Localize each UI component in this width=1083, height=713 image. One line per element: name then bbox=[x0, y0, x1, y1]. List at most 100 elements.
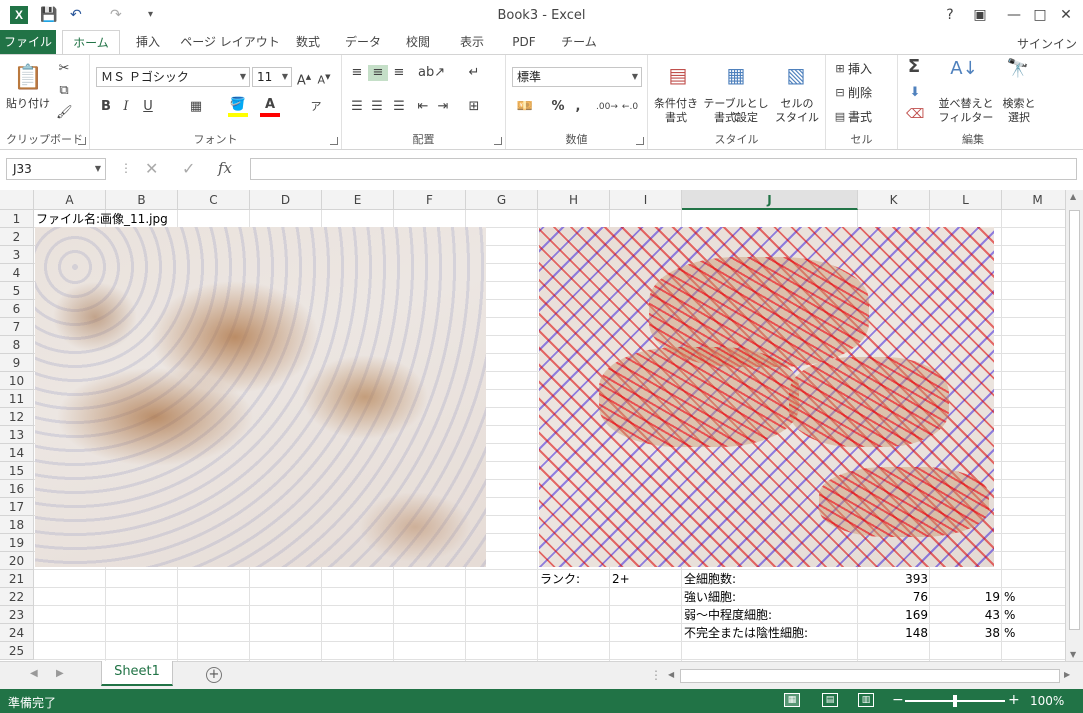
font-name-select[interactable]: ＭＳ Ｐゴシック ▼ bbox=[96, 67, 250, 87]
tab-page-layout[interactable]: ページ レイアウト bbox=[180, 30, 280, 54]
next-sheet-icon[interactable]: ▶ bbox=[56, 668, 64, 679]
tab-team[interactable]: チーム bbox=[556, 30, 602, 54]
number-format-select[interactable]: 標準 ▼ bbox=[512, 67, 642, 87]
row-header-2[interactable]: 2 bbox=[0, 228, 34, 246]
row-header-21[interactable]: 21 bbox=[0, 570, 34, 588]
column-header-l[interactable]: L bbox=[930, 190, 1002, 210]
tab-pdf[interactable]: PDF bbox=[502, 30, 546, 54]
sort-filter-icon[interactable]: A↓ bbox=[950, 60, 978, 89]
confirm-edit-icon[interactable]: ✓ bbox=[182, 159, 195, 178]
sort-filter-label-1[interactable]: 並べ替えと bbox=[938, 97, 994, 111]
align-center-icon[interactable]: ☰ bbox=[368, 99, 386, 115]
comma-button[interactable]: , bbox=[572, 99, 584, 115]
column-header-c[interactable]: C bbox=[178, 190, 250, 210]
tab-formulas[interactable]: 数式 bbox=[286, 30, 330, 54]
name-box[interactable]: J33 ▼ bbox=[6, 158, 106, 180]
help-button[interactable]: ? bbox=[940, 5, 960, 25]
format-as-table-icon[interactable]: ▦ bbox=[722, 61, 750, 91]
row-header-5[interactable]: 5 bbox=[0, 282, 34, 300]
row-header-6[interactable]: 6 bbox=[0, 300, 34, 318]
autosum-button[interactable]: Σ bbox=[904, 58, 924, 76]
zoom-in-button[interactable]: + bbox=[1008, 692, 1020, 708]
decrease-indent-icon[interactable]: ⇤ bbox=[414, 99, 432, 115]
column-header-k[interactable]: K bbox=[858, 190, 930, 210]
cell-styles-label-1[interactable]: セルの bbox=[772, 97, 822, 111]
clipboard-launcher-icon[interactable] bbox=[78, 137, 86, 145]
paste-icon[interactable]: 📋 bbox=[12, 61, 44, 95]
column-header-m[interactable]: M bbox=[1002, 190, 1065, 210]
row-header-3[interactable]: 3 bbox=[0, 246, 34, 264]
cell-k23[interactable]: 169 bbox=[860, 606, 928, 624]
cell-k24[interactable]: 148 bbox=[860, 624, 928, 642]
zoom-slider[interactable] bbox=[905, 695, 1005, 707]
merge-center-icon[interactable]: ⊞ bbox=[464, 99, 484, 115]
insert-cells-button[interactable]: 挿入 bbox=[848, 62, 878, 76]
percent-button[interactable]: % bbox=[550, 99, 566, 115]
copy-icon[interactable]: ⧉ bbox=[56, 83, 72, 99]
cancel-edit-icon[interactable]: ✕ bbox=[145, 159, 158, 178]
decrease-font-icon[interactable]: A▼ bbox=[316, 69, 332, 89]
row-header-20[interactable]: 20 bbox=[0, 552, 34, 570]
column-header-d[interactable]: D bbox=[250, 190, 322, 210]
delete-cells-icon[interactable]: ⊟ bbox=[832, 85, 848, 101]
row-header-25[interactable]: 25 bbox=[0, 642, 34, 660]
page-layout-view-icon[interactable]: ▤ bbox=[822, 693, 838, 707]
column-header-h[interactable]: H bbox=[538, 190, 610, 210]
font-size-select[interactable]: 11 ▼ bbox=[252, 67, 292, 87]
zoom-slider-thumb[interactable] bbox=[953, 695, 957, 707]
cell-j21[interactable]: 全細胞数: bbox=[684, 570, 736, 588]
tab-data[interactable]: データ bbox=[338, 30, 388, 54]
find-select-label-1[interactable]: 検索と bbox=[998, 97, 1040, 111]
zoom-out-button[interactable]: − bbox=[892, 692, 904, 708]
cell-area[interactable]: ファイル名:画像_11.jpg ランク: 2+ 全細胞数: 393 強い細胞: … bbox=[34, 210, 1065, 661]
row-header-7[interactable]: 7 bbox=[0, 318, 34, 336]
find-select-icon[interactable]: 🔭 bbox=[1004, 60, 1032, 89]
cell-h21[interactable]: ランク: bbox=[540, 570, 580, 588]
delete-cells-button[interactable]: 削除 bbox=[848, 86, 878, 100]
zoom-level[interactable]: 100% bbox=[1030, 694, 1064, 708]
cell-k21[interactable]: 393 bbox=[860, 570, 928, 588]
close-button[interactable]: ✕ bbox=[1056, 5, 1076, 25]
cut-icon[interactable]: ✂ bbox=[56, 61, 72, 77]
select-all-corner[interactable] bbox=[0, 190, 34, 210]
clear-icon[interactable]: ⌫ bbox=[906, 107, 924, 123]
scroll-down-icon[interactable]: ▼ bbox=[1070, 650, 1076, 659]
vertical-scrollbar[interactable]: ▲ ▼ bbox=[1065, 190, 1083, 661]
fill-color-icon[interactable]: 🪣 bbox=[228, 97, 248, 117]
conditional-format-label-2[interactable]: 書式 bbox=[650, 111, 702, 125]
decrease-decimal-icon[interactable]: ←.0 bbox=[620, 99, 640, 115]
maximize-button[interactable]: □ bbox=[1030, 5, 1050, 25]
add-sheet-button[interactable]: + bbox=[206, 667, 222, 683]
tab-review[interactable]: 校閲 bbox=[396, 30, 440, 54]
row-header-22[interactable]: 22 bbox=[0, 588, 34, 606]
cell-m23[interactable]: % bbox=[1004, 606, 1015, 624]
paste-button[interactable]: 貼り付け bbox=[4, 97, 52, 111]
cell-k22[interactable]: 76 bbox=[860, 588, 928, 606]
italic-button[interactable]: I bbox=[118, 99, 134, 115]
alignment-launcher-icon[interactable] bbox=[494, 137, 502, 145]
minimize-button[interactable]: — bbox=[1004, 5, 1024, 25]
cell-styles-label-2[interactable]: スタイル bbox=[772, 111, 822, 125]
column-header-a[interactable]: A bbox=[34, 190, 106, 210]
row-header-14[interactable]: 14 bbox=[0, 444, 34, 462]
format-as-table-label-2[interactable]: 書式設定 bbox=[702, 111, 770, 125]
increase-indent-icon[interactable]: ⇥ bbox=[434, 99, 452, 115]
format-cells-button[interactable]: 書式 bbox=[848, 110, 878, 124]
wrap-text-icon[interactable]: ↵ bbox=[464, 65, 484, 81]
row-header-9[interactable]: 9 bbox=[0, 354, 34, 372]
column-header-g[interactable]: G bbox=[466, 190, 538, 210]
sort-filter-label-2[interactable]: フィルター bbox=[938, 111, 994, 125]
increase-font-icon[interactable]: A▲ bbox=[296, 69, 312, 89]
underline-button[interactable]: U bbox=[140, 99, 156, 115]
analyzed-tissue-image[interactable] bbox=[539, 227, 994, 567]
horizontal-scrollbar[interactable] bbox=[680, 669, 1060, 683]
ribbon-display-options-icon[interactable]: ▣ bbox=[970, 5, 990, 25]
font-launcher-icon[interactable] bbox=[330, 137, 338, 145]
scroll-right-icon[interactable]: ▶ bbox=[1064, 670, 1070, 679]
format-painter-icon[interactable]: 🖌 bbox=[56, 105, 73, 121]
tab-insert[interactable]: 挿入 bbox=[126, 30, 170, 54]
insert-cells-icon[interactable]: ⊞ bbox=[832, 61, 848, 77]
sheet-tab-sheet1[interactable]: Sheet1 bbox=[101, 661, 173, 686]
row-header-23[interactable]: 23 bbox=[0, 606, 34, 624]
increase-decimal-icon[interactable]: .00→ bbox=[596, 99, 618, 115]
